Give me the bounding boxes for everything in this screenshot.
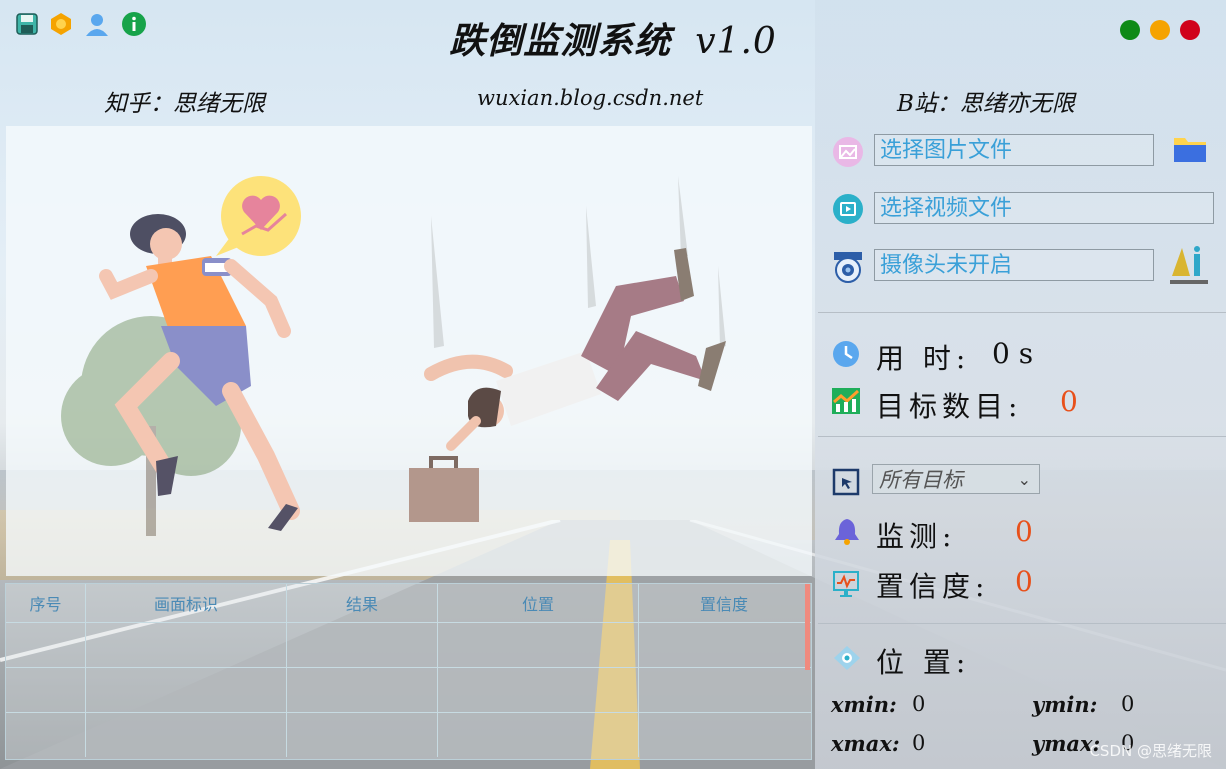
close-button[interactable] <box>1180 20 1200 40</box>
table-row[interactable] <box>6 668 811 713</box>
image-file-field[interactable]: 选择图片文件 <box>874 134 1154 166</box>
logo-icon <box>1168 244 1210 292</box>
monitor-chart-icon <box>832 570 860 602</box>
camera-icon <box>832 250 864 288</box>
maximize-button[interactable] <box>1150 20 1170 40</box>
divider <box>818 312 1226 313</box>
fall-illustration <box>61 176 726 536</box>
xmin-value: 0 <box>912 692 926 716</box>
divider <box>818 623 1226 624</box>
app-title: 跌倒监测系统 v1.0 <box>0 12 1226 64</box>
video-icon <box>832 193 864 229</box>
column-header-frame[interactable]: 画面标识 <box>86 584 287 622</box>
camera-status-field[interactable]: 摄像头未开启 <box>874 249 1154 281</box>
time-value: 0 s <box>992 337 1034 370</box>
target-filter-value: 所有目标 <box>879 468 963 492</box>
xmax-label: xmax: <box>831 731 900 756</box>
time-label: 用 时: <box>876 342 971 375</box>
monitor-label: 监测: <box>876 520 957 553</box>
confidence-value: 0 <box>1015 565 1033 598</box>
video-file-field[interactable]: 选择视频文件 <box>874 192 1214 224</box>
column-header-confidence[interactable]: 置信度 <box>639 584 809 622</box>
xmin-label: xmin: <box>831 692 897 717</box>
display-area <box>6 126 812 576</box>
subtitle-url: wuxian.blog.csdn.net <box>477 86 704 110</box>
column-header-index[interactable]: 序号 <box>6 584 86 622</box>
cursor-select-icon <box>832 468 860 500</box>
version-text: v1.0 <box>695 21 777 62</box>
position-label: 位 置: <box>876 646 971 679</box>
bell-icon <box>832 516 862 550</box>
table-header: 序号 画面标识 结果 位置 置信度 <box>6 584 811 623</box>
ymin-value: 0 <box>1121 692 1135 716</box>
chevron-down-icon: ⌄ <box>1017 470 1031 489</box>
column-header-position[interactable]: 位置 <box>438 584 639 622</box>
bar-chart-icon <box>832 388 860 418</box>
ymin-label: ymin: <box>1032 692 1098 717</box>
table-row[interactable] <box>6 623 811 668</box>
xmax-value: 0 <box>912 731 926 755</box>
divider <box>818 436 1226 437</box>
subtitle-bilibili: B站：思绪亦无限 <box>897 91 1075 117</box>
target-count-label: 目标数目: <box>876 390 1023 423</box>
minimize-button[interactable] <box>1120 20 1140 40</box>
location-icon <box>832 644 862 676</box>
folder-icon[interactable] <box>1172 132 1208 170</box>
table-row[interactable] <box>6 713 811 757</box>
target-count-value: 0 <box>1060 385 1078 418</box>
results-table[interactable]: 序号 画面标识 结果 位置 置信度 <box>5 583 812 760</box>
confidence-label: 置信度: <box>876 570 990 603</box>
image-icon <box>832 136 864 172</box>
clock-icon <box>832 340 860 372</box>
column-header-result[interactable]: 结果 <box>287 584 438 622</box>
table-scrollbar[interactable] <box>805 584 810 670</box>
target-filter-select[interactable]: 所有目标 ⌄ <box>872 464 1040 494</box>
title-text: 跌倒监测系统 <box>449 20 672 62</box>
monitor-value: 0 <box>1015 515 1033 548</box>
subtitle-zhihu: 知乎：思绪无限 <box>104 91 265 117</box>
watermark: CSDN @思绪无限 <box>1089 742 1212 760</box>
